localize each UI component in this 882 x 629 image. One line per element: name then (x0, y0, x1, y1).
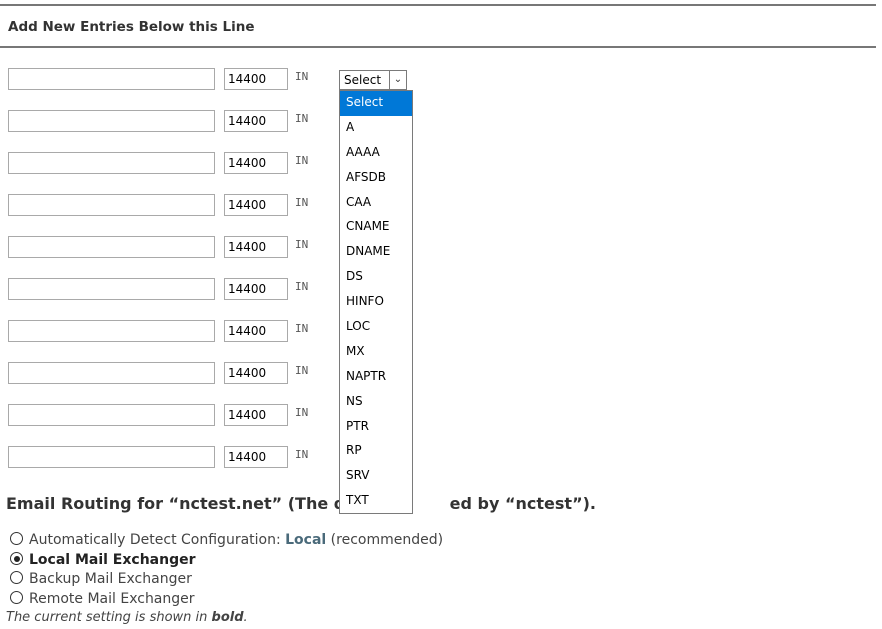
class-label: IN (295, 406, 309, 419)
option-select[interactable]: Select (340, 91, 412, 116)
record-name-input[interactable] (8, 320, 215, 342)
entry-row: IN (0, 446, 340, 470)
class-label: IN (295, 238, 309, 251)
record-type-dropdown: Select A AAAA AFSDB CAA CNAME DNAME DS H… (339, 90, 413, 514)
record-name-input[interactable] (8, 236, 215, 258)
title-divider (0, 46, 876, 48)
record-name-input[interactable] (8, 404, 215, 426)
ttl-input[interactable] (224, 362, 288, 384)
option-mx[interactable]: MX (340, 340, 412, 365)
class-label: IN (295, 70, 309, 83)
section-title: Add New Entries Below this Line (8, 19, 255, 35)
option-cname[interactable]: CNAME (340, 215, 412, 240)
radio-label: Backup Mail Exchanger (29, 571, 192, 587)
radio-label: Remote Mail Exchanger (29, 591, 195, 607)
radio-button[interactable] (10, 571, 23, 584)
record-type-select[interactable]: Select ⌄ (339, 70, 407, 90)
radio-button[interactable] (10, 591, 23, 604)
entry-row: IN (0, 278, 340, 302)
ttl-input[interactable] (224, 278, 288, 300)
chevron-down-icon[interactable]: ⌄ (389, 71, 406, 89)
entry-row: IN (0, 236, 340, 260)
option-naptr[interactable]: NAPTR (340, 365, 412, 390)
option-rp[interactable]: RP (340, 439, 412, 464)
heading-end: ed by “nctest”). (449, 494, 596, 513)
entry-row: IN (0, 152, 340, 176)
footnote-suffix: . (243, 610, 248, 625)
ttl-input[interactable] (224, 236, 288, 258)
radio-auto-detect[interactable]: Automatically Detect Configuration: Loca… (10, 532, 443, 550)
class-label: IN (295, 322, 309, 335)
recommended-note: (recommended) (326, 532, 444, 548)
ttl-input[interactable] (224, 320, 288, 342)
radio-local-mail-exchanger[interactable]: Local Mail Exchanger (10, 552, 196, 570)
radio-remote-mail-exchanger[interactable]: Remote Mail Exchanger (10, 591, 195, 609)
heading-start: Email Routing for “nctest.net” (The doma (6, 494, 384, 513)
record-name-input[interactable] (8, 152, 215, 174)
class-label: IN (295, 448, 309, 461)
radio-button[interactable] (10, 532, 23, 545)
record-name-input[interactable] (8, 68, 215, 90)
footnote-bold: bold (211, 610, 244, 625)
detected-value: Local (285, 532, 327, 548)
option-txt[interactable]: TXT (340, 489, 412, 514)
record-name-input[interactable] (8, 446, 215, 468)
class-label: IN (295, 112, 309, 125)
footnote-prefix: The current setting is shown in (6, 610, 212, 625)
radio-label: Automatically Detect Configuration: (29, 532, 286, 548)
ttl-input[interactable] (224, 404, 288, 426)
email-routing-heading: Email Routing for “nctest.net” (The doma… (6, 494, 596, 513)
ttl-input[interactable] (224, 194, 288, 216)
top-divider (0, 4, 876, 6)
entry-row: IN (0, 362, 340, 386)
option-hinfo[interactable]: HINFO (340, 290, 412, 315)
option-caa[interactable]: CAA (340, 191, 412, 216)
record-name-input[interactable] (8, 110, 215, 132)
entry-row: IN (0, 320, 340, 344)
ttl-input[interactable] (224, 152, 288, 174)
select-value: Select (344, 73, 382, 87)
option-a[interactable]: A (340, 116, 412, 141)
radio-button-checked[interactable] (10, 552, 23, 565)
option-afsdb[interactable]: AFSDB (340, 166, 412, 191)
entry-row: IN (0, 194, 340, 218)
entry-row: IN (0, 68, 340, 92)
ttl-input[interactable] (224, 68, 288, 90)
option-srv[interactable]: SRV (340, 464, 412, 489)
radio-label: Local Mail Exchanger (29, 552, 196, 568)
option-dname[interactable]: DNAME (340, 240, 412, 265)
class-label: IN (295, 154, 309, 167)
class-label: IN (295, 196, 309, 209)
record-name-input[interactable] (8, 278, 215, 300)
option-aaaa[interactable]: AAAA (340, 141, 412, 166)
ttl-input[interactable] (224, 110, 288, 132)
class-label: IN (295, 280, 309, 293)
entry-row: IN (0, 404, 340, 428)
record-name-input[interactable] (8, 194, 215, 216)
record-name-input[interactable] (8, 362, 215, 384)
option-ns[interactable]: NS (340, 390, 412, 415)
current-setting-note: The current setting is shown in bold. (6, 610, 248, 625)
option-loc[interactable]: LOC (340, 315, 412, 340)
radio-backup-mail-exchanger[interactable]: Backup Mail Exchanger (10, 571, 192, 589)
class-label: IN (295, 364, 309, 377)
ttl-input[interactable] (224, 446, 288, 468)
option-ds[interactable]: DS (340, 265, 412, 290)
entry-row: IN (0, 110, 340, 134)
option-ptr[interactable]: PTR (340, 415, 412, 440)
